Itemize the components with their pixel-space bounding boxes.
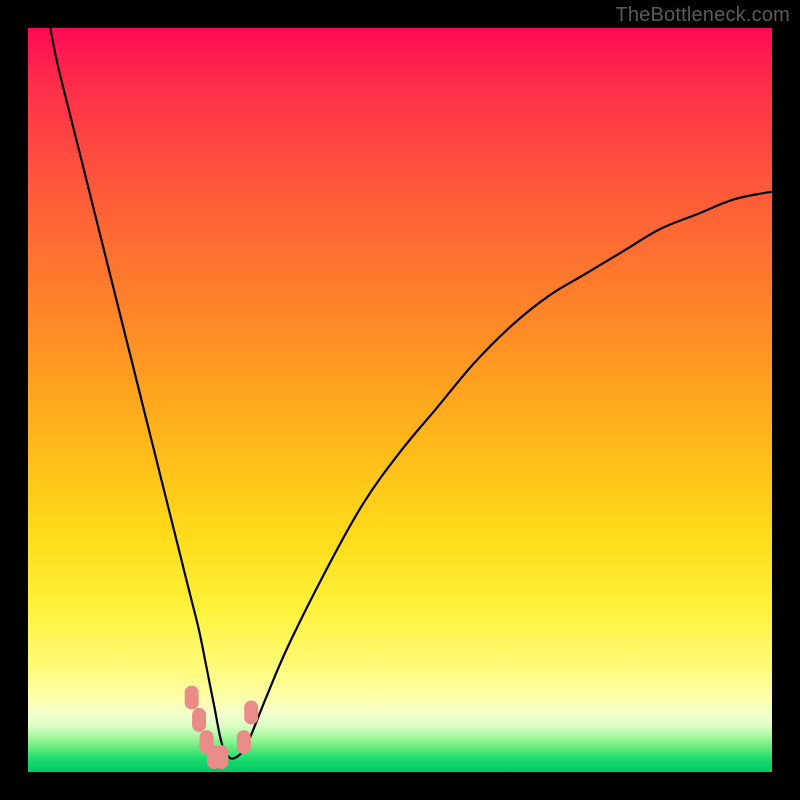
bottleneck-curve (50, 28, 772, 759)
curve-marker (185, 686, 199, 710)
curve-marker (244, 701, 258, 725)
curve-marker (214, 745, 228, 769)
curve-markers (185, 686, 259, 770)
plot-area (28, 28, 772, 772)
curve-marker (192, 708, 206, 732)
attribution-text: TheBottleneck.com (615, 4, 790, 27)
bottleneck-curve-svg (28, 28, 772, 772)
chart-frame: TheBottleneck.com (0, 0, 800, 800)
curve-marker (237, 730, 251, 754)
